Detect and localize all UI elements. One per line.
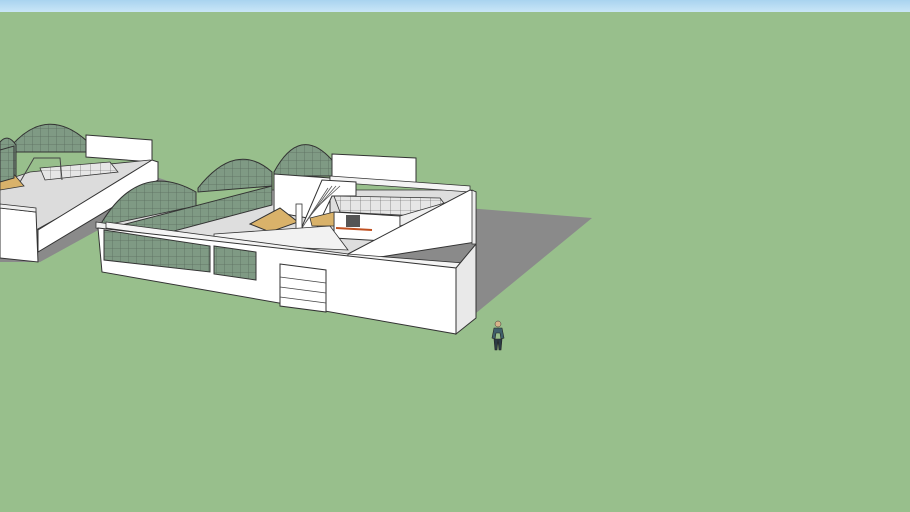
left-building-back-wall xyxy=(85,134,153,163)
left-building-glass-arch xyxy=(11,123,89,153)
front-glazing-right xyxy=(213,245,257,281)
person-scale-figure[interactable] xyxy=(491,320,505,351)
glass-vault-arch xyxy=(273,144,333,177)
glass-vault-arch xyxy=(197,158,273,193)
3d-model-scene[interactable] xyxy=(0,0,910,512)
garage-door xyxy=(279,263,327,313)
mezzanine-door xyxy=(346,215,360,227)
right-back-wall xyxy=(471,189,477,245)
left-building-glass-side xyxy=(0,145,15,183)
sketchup-viewport[interactable] xyxy=(0,0,910,512)
left-building-front-wall xyxy=(0,207,39,263)
